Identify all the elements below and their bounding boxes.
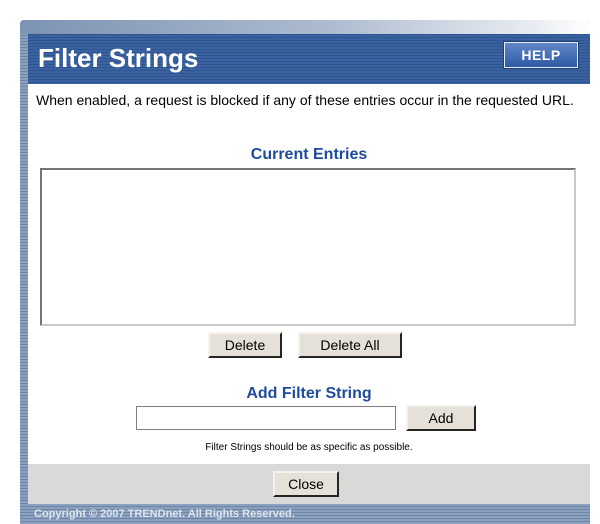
delete-button[interactable]: Delete xyxy=(208,332,282,358)
frame-top-gradient xyxy=(20,20,590,34)
description-text: When enabled, a request is blocked if an… xyxy=(36,92,574,108)
current-entries-list[interactable] xyxy=(40,168,576,326)
filter-string-input[interactable] xyxy=(136,406,396,430)
content-panel: When enabled, a request is blocked if an… xyxy=(28,84,590,464)
current-entries-title: Current Entries xyxy=(250,146,368,163)
delete-all-button[interactable]: Delete All xyxy=(298,332,402,358)
add-filter-title: Add Filter String xyxy=(246,385,372,402)
page-title: Filter Strings xyxy=(38,43,199,73)
footer-band: Close xyxy=(28,464,590,504)
add-button[interactable]: Add xyxy=(406,405,476,431)
hint-text: Filter Strings should be as specific as … xyxy=(205,442,413,453)
copyright-text: Copyright © 2007 TRENDnet. All Rights Re… xyxy=(34,508,295,520)
help-button[interactable]: HELP xyxy=(503,41,579,69)
dialog-header: Filter Strings HELP xyxy=(28,34,590,84)
close-button[interactable]: Close xyxy=(273,471,339,497)
